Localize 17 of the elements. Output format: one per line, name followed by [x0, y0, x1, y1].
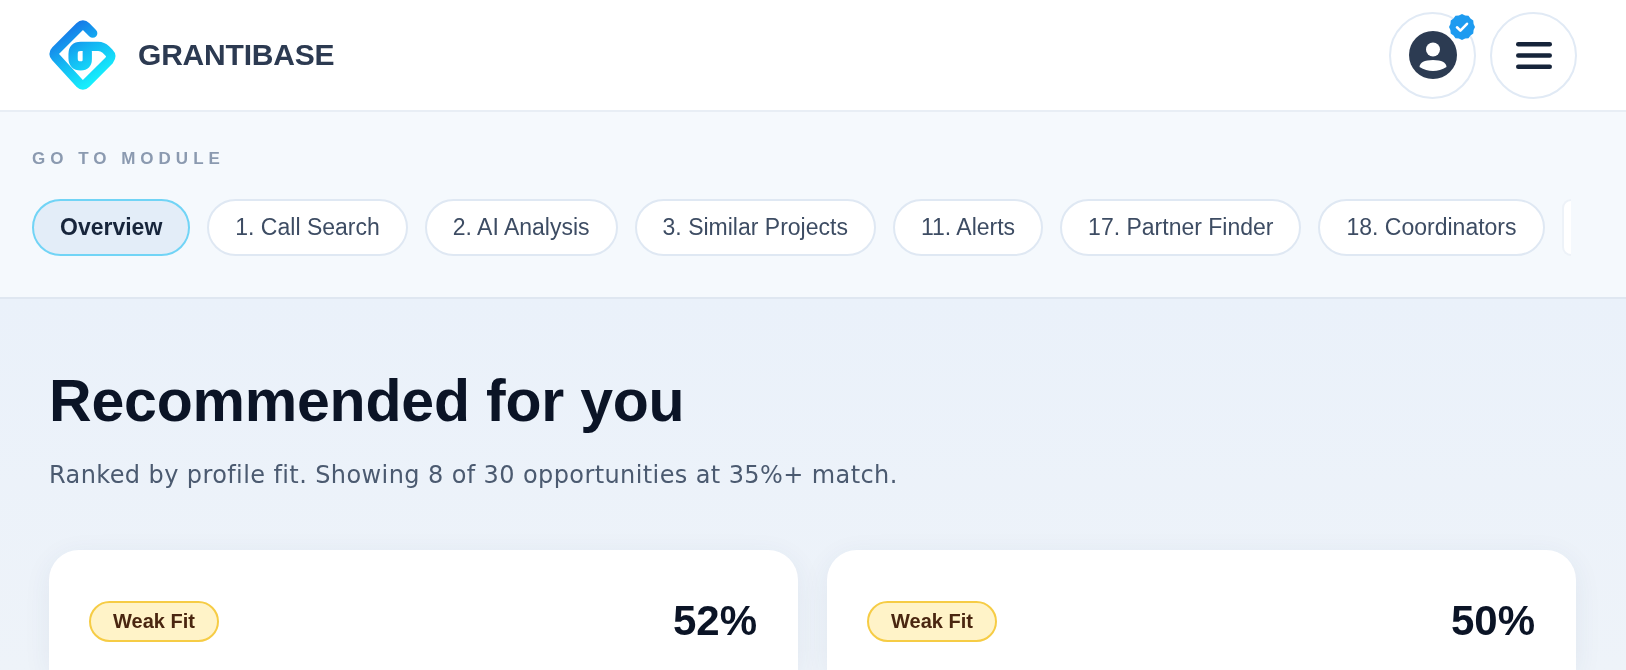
- module-pill[interactable]: 17. Partner Finder: [1060, 199, 1302, 256]
- module-pill[interactable]: 11. Alerts: [892, 199, 1044, 256]
- module-pill[interactable]: 2. AI Analysis: [424, 199, 618, 256]
- section-label: GO TO MODULE: [32, 149, 225, 169]
- module-pill[interactable]: 1. Call Search: [207, 199, 408, 256]
- page-title: Recommended for you: [49, 368, 685, 434]
- avatar-icon: [1408, 31, 1457, 79]
- match-percentage: 52%: [672, 597, 757, 645]
- module-pill[interactable]: 18. Coordinators: [1318, 199, 1545, 256]
- menu-icon: [1515, 41, 1552, 69]
- fit-tag: Weak Fit: [867, 600, 997, 642]
- module-pill[interactable]: Overview: [32, 199, 191, 256]
- page-subtitle: Ranked by profile fit. Showing 8 of 30 opportunities at 35%+ match.: [49, 461, 898, 489]
- module-pill[interactable]: 3. Similar Projects: [634, 199, 876, 256]
- fit-tag: Weak Fit: [89, 600, 219, 642]
- match-percentage: 50%: [1450, 597, 1535, 645]
- brand-link[interactable]: GRANTIBASE: [48, 19, 335, 91]
